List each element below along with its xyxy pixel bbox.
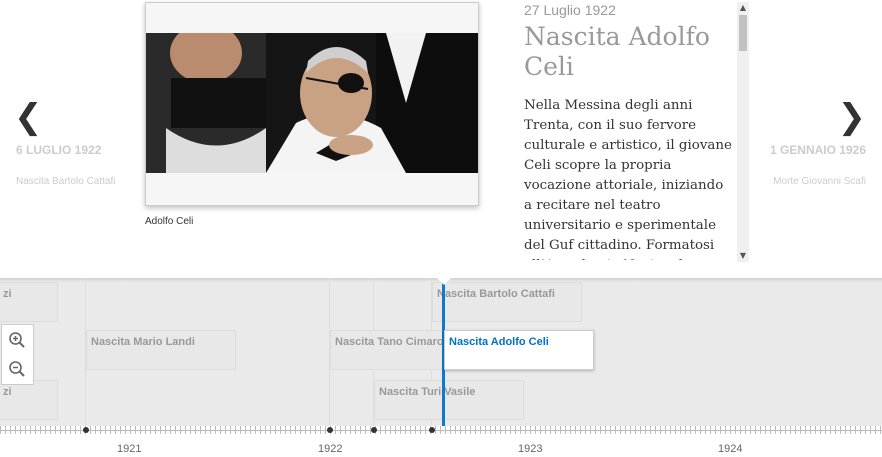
year-label: 1923	[518, 443, 543, 455]
timeline-marker[interactable]: Nascita Bartolo Cattafi	[432, 282, 582, 322]
event-date: 27 Luglio 1922	[524, 2, 616, 18]
prev-date[interactable]: 6 LUGLIO 1922	[16, 144, 116, 157]
event-dot[interactable]	[371, 427, 377, 433]
zoom-out-icon[interactable]	[8, 360, 26, 378]
event-dot[interactable]	[83, 427, 89, 433]
prev-title[interactable]: Nascita Bartolo Cattafi	[16, 176, 116, 188]
zoom-controls	[1, 324, 34, 385]
slider: ❮ 6 LUGLIO 1922 Nascita Bartolo Cattafi …	[0, 0, 882, 278]
timeline-marker[interactable]: zi	[0, 380, 58, 420]
event-text: 27 Luglio 1922 Nascita Adolfo Celi Nella…	[524, 2, 734, 260]
next-date[interactable]: 1 GENNAIO 1926	[766, 144, 866, 157]
event-body: Nella Messina degli anni Trenta, con il …	[524, 98, 732, 260]
chevron-right-icon[interactable]: ❯	[838, 100, 867, 134]
timeline-marker[interactable]: Nascita Mario Landi	[86, 330, 236, 370]
zoom-in-icon[interactable]	[8, 331, 26, 349]
photo-illustration	[146, 33, 478, 173]
axis-line	[0, 430, 882, 431]
timeline-marker[interactable]: Nascita Turi Vasile	[374, 380, 524, 420]
timeline-axis: 1921 1922 1923 1924	[0, 426, 882, 457]
photo	[146, 33, 478, 173]
timeline-marker[interactable]: Nascita Tano Cimaro	[330, 330, 450, 370]
scrollbar-thumb[interactable]	[739, 15, 747, 51]
event-headline: Nascita Adolfo Celi	[524, 22, 710, 81]
year-label: 1921	[117, 443, 142, 455]
next-title[interactable]: Morte Giovanni Scafi	[766, 176, 866, 188]
scroll-down-icon[interactable]: ▼	[737, 250, 749, 262]
playhead-pointer	[436, 277, 452, 285]
event-dot[interactable]	[429, 427, 435, 433]
scroll-up-icon[interactable]: ▲	[737, 2, 749, 14]
year-label: 1924	[718, 443, 743, 455]
event-dot[interactable]	[327, 427, 333, 433]
timeline-marker[interactable]: zi	[0, 282, 58, 322]
media-frame	[145, 2, 479, 206]
year-label: 1922	[318, 443, 343, 455]
timeline-marker-active[interactable]: Nascita Adolfo Celi	[444, 330, 594, 370]
chevron-left-icon[interactable]: ❮	[14, 100, 43, 134]
text-scrollbar[interactable]: ▲ ▼	[737, 2, 749, 262]
timeline: zi zi Nascita Mario Landi Nascita Tano C…	[0, 277, 882, 457]
media-caption: Adolfo Celi	[145, 216, 194, 227]
